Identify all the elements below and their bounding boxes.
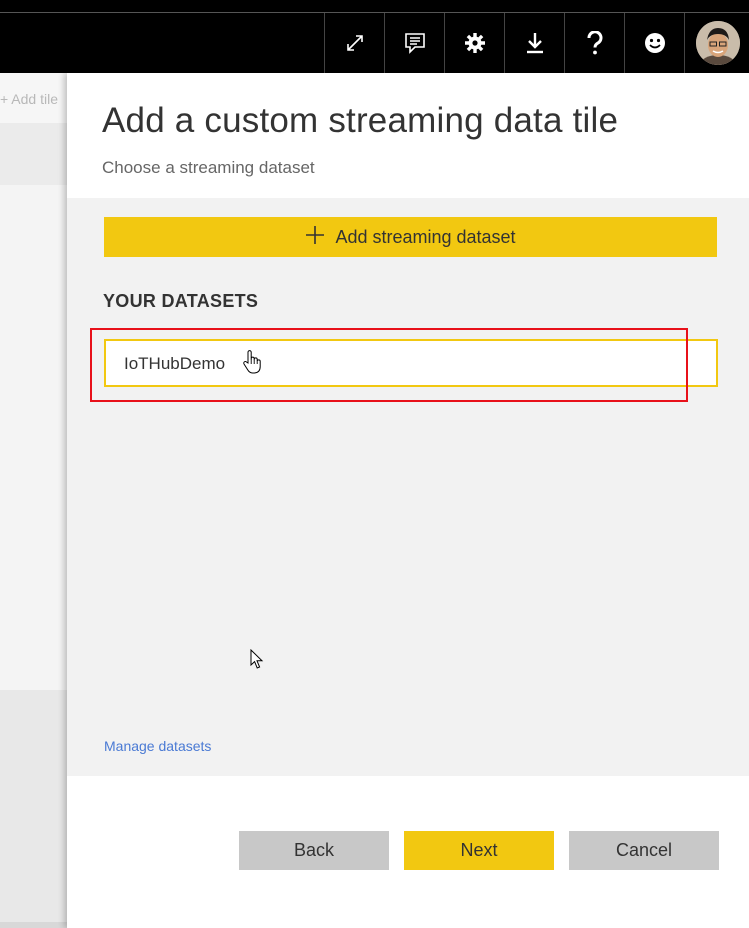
settings-button[interactable] bbox=[444, 13, 504, 73]
background-section bbox=[0, 123, 68, 185]
manage-datasets-link[interactable]: Manage datasets bbox=[104, 738, 211, 754]
add-tile-link[interactable]: + Add tile bbox=[0, 91, 58, 107]
cancel-button[interactable]: Cancel bbox=[569, 831, 719, 870]
download-icon bbox=[525, 32, 545, 54]
add-streaming-dataset-button[interactable]: Add streaming dataset bbox=[104, 217, 717, 257]
background-canvas bbox=[0, 185, 68, 690]
add-streaming-dataset-label: Add streaming dataset bbox=[335, 226, 516, 247]
panel-title: Add a custom streaming data tile bbox=[102, 101, 619, 140]
help-button[interactable] bbox=[564, 13, 624, 73]
help-icon bbox=[586, 31, 604, 55]
comments-button[interactable] bbox=[384, 13, 444, 73]
account-button[interactable] bbox=[684, 13, 749, 73]
arrow-cursor-icon bbox=[250, 648, 264, 675]
highlight-annotation-box bbox=[90, 328, 688, 402]
plus-icon bbox=[305, 225, 325, 250]
expand-icon bbox=[345, 33, 365, 53]
gear-icon bbox=[464, 32, 486, 54]
back-button[interactable]: Back bbox=[239, 831, 389, 870]
fullscreen-button[interactable] bbox=[324, 13, 384, 73]
feedback-button[interactable] bbox=[624, 13, 684, 73]
smiley-icon bbox=[644, 32, 666, 54]
background-scrollbar[interactable] bbox=[0, 922, 68, 928]
streaming-tile-panel: Add a custom streaming data tile Choose … bbox=[67, 73, 749, 928]
datasets-heading: YOUR DATASETS bbox=[103, 291, 259, 311]
user-avatar bbox=[695, 21, 740, 65]
comment-icon bbox=[404, 32, 426, 54]
download-button[interactable] bbox=[504, 13, 564, 73]
top-toolbar bbox=[0, 0, 749, 73]
panel-subtitle: Choose a streaming dataset bbox=[102, 158, 315, 177]
dataset-selection-area: Add streaming dataset YOUR DATASETS IoTH… bbox=[67, 198, 749, 776]
background-dashboard: + Add tile bbox=[0, 73, 68, 928]
background-footer bbox=[0, 690, 68, 922]
background-toolbar: + Add tile bbox=[0, 73, 68, 123]
next-button[interactable]: Next bbox=[404, 831, 554, 870]
